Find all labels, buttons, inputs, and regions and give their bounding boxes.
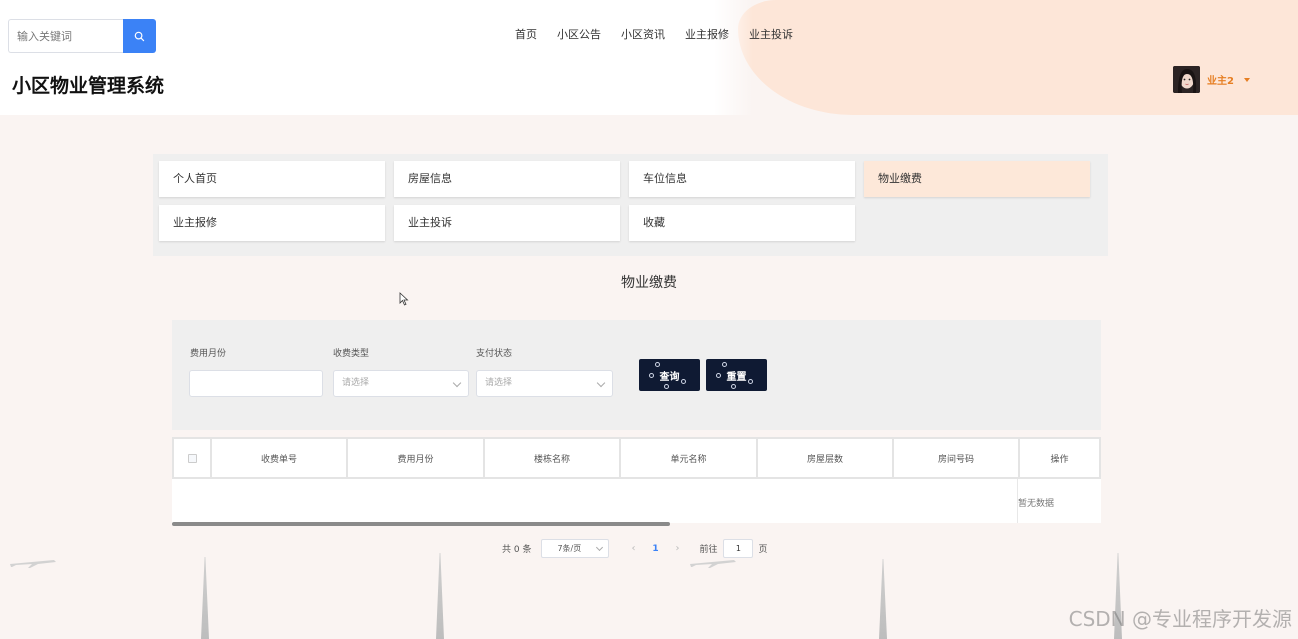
filter-panel: 费用月份 收费类型 请选择 支付状态 请选择 查询 重置 xyxy=(172,320,1101,430)
pay-status-placeholder: 请选择 xyxy=(485,378,513,388)
nav-home[interactable]: 首页 xyxy=(505,22,547,46)
fee-type-placeholder: 请选择 xyxy=(342,378,370,388)
column-header: 单元名称 xyxy=(619,439,756,477)
column-header: 费用月份 xyxy=(346,439,483,477)
query-button-label: 查询 xyxy=(659,371,680,383)
search-input[interactable] xyxy=(8,19,123,53)
page-number[interactable]: 1 xyxy=(643,544,667,554)
pagination: 共 0 条 7条/页 ‹ 1 › 前往 页 xyxy=(502,539,767,558)
reset-button-label: 重置 xyxy=(726,371,747,383)
chevron-down-icon xyxy=(452,378,462,388)
site-title: 小区物业管理系统 xyxy=(12,75,165,97)
nav-notices[interactable]: 小区公告 xyxy=(547,22,611,46)
menu-item-parking[interactable]: 车位信息 xyxy=(629,161,855,197)
menu-item-home[interactable]: 个人首页 xyxy=(159,161,385,197)
search-box xyxy=(8,19,156,53)
pay-status-label: 支付状态 xyxy=(476,349,513,359)
goto-page-input[interactable] xyxy=(723,539,754,558)
menu-item-property-fee[interactable]: 物业缴费 xyxy=(864,161,1090,197)
tower-decoration xyxy=(436,553,444,639)
avatar xyxy=(1173,66,1200,93)
menu-item-favorites[interactable]: 收藏 xyxy=(629,205,855,241)
reset-button[interactable]: 重置 xyxy=(706,359,767,391)
column-header: 操作 xyxy=(1018,439,1101,477)
page-title: 物业缴费 xyxy=(621,275,677,291)
search-icon xyxy=(134,31,145,41)
prev-page-button[interactable]: ‹ xyxy=(623,543,643,554)
page-size-select[interactable]: 7条/页 xyxy=(541,539,610,558)
nav-news[interactable]: 小区资讯 xyxy=(611,22,675,46)
empty-text: 暂无数据 xyxy=(1018,499,1055,509)
horizontal-scrollbar[interactable] xyxy=(172,522,670,526)
tower-decoration xyxy=(201,557,209,639)
column-header: 房间号码 xyxy=(892,439,1018,477)
select-all-checkbox[interactable] xyxy=(187,453,197,463)
header-background xyxy=(0,0,1298,115)
chevron-down-icon xyxy=(1243,77,1250,82)
mouse-cursor-icon xyxy=(399,292,409,306)
menu-item-house[interactable]: 房屋信息 xyxy=(394,161,620,197)
tower-decoration xyxy=(879,559,887,639)
menu-item-complaint[interactable]: 业主投诉 xyxy=(394,205,620,241)
total-count: 共 0 条 xyxy=(502,545,532,555)
month-label: 费用月份 xyxy=(190,349,227,359)
page-suffix: 页 xyxy=(758,545,768,555)
search-button[interactable] xyxy=(123,19,156,53)
chevron-down-icon xyxy=(596,378,606,388)
table-header: 收费单号 费用月份 楼栋名称 单元名称 房屋层数 房间号码 操作 xyxy=(172,437,1101,479)
chevron-down-icon xyxy=(596,543,604,552)
column-header: 收费单号 xyxy=(210,439,346,477)
watermark: CSDN @专业程序开发源 xyxy=(1068,607,1292,631)
top-nav: 首页 小区公告 小区资讯 业主报修 业主投诉 xyxy=(505,22,803,46)
nav-repair[interactable]: 业主报修 xyxy=(675,22,739,46)
fee-table: 收费单号 费用月份 楼栋名称 单元名称 房屋层数 房间号码 操作 暂无数据 xyxy=(172,437,1101,523)
next-page-button[interactable]: › xyxy=(667,543,687,554)
goto-label: 前往 xyxy=(699,545,718,555)
user-menu[interactable]: 业主2 xyxy=(1173,66,1250,93)
user-center-menu: 个人首页 房屋信息 车位信息 物业缴费 业主报修 业主投诉 收藏 xyxy=(153,154,1108,256)
column-header: 房屋层数 xyxy=(756,439,892,477)
plane-decoration xyxy=(10,560,56,568)
month-field[interactable] xyxy=(189,370,323,397)
page-size-value: 7条/页 xyxy=(557,544,582,553)
menu-item-repair[interactable]: 业主报修 xyxy=(159,205,385,241)
column-header: 楼栋名称 xyxy=(483,439,619,477)
user-name: 业主2 xyxy=(1207,76,1234,87)
fee-type-label: 收费类型 xyxy=(333,349,370,359)
select-all-cell xyxy=(172,439,210,477)
fee-type-select[interactable]: 请选择 xyxy=(333,370,469,397)
nav-complaint[interactable]: 业主投诉 xyxy=(739,22,803,46)
pay-status-select[interactable]: 请选择 xyxy=(476,370,613,397)
query-button[interactable]: 查询 xyxy=(639,359,700,391)
